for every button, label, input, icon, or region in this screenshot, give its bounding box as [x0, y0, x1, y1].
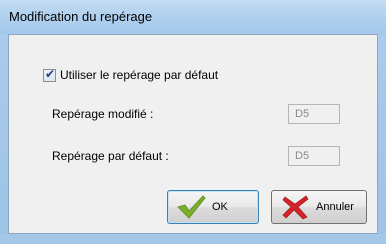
dialog-window: Modification du repérage ✔ Utiliser le r…	[0, 0, 386, 244]
cancel-button[interactable]: Annuler	[271, 190, 367, 224]
modified-label: Repérage modifié :	[52, 107, 154, 121]
window-frame-left	[0, 34, 8, 244]
default-field: D5	[288, 146, 340, 166]
use-default-label[interactable]: Utiliser le repérage par défaut	[60, 68, 218, 82]
window-frame-right	[378, 34, 386, 244]
title-bar[interactable]: Modification du repérage	[0, 0, 386, 34]
x-icon	[282, 195, 309, 220]
use-default-checkbox-row[interactable]: ✔ Utiliser le repérage par défaut	[43, 66, 218, 82]
check-mark-icon: ✔	[45, 66, 56, 81]
window-frame-bottom	[0, 234, 386, 244]
ok-button[interactable]: OK	[167, 190, 259, 224]
default-label: Repérage par défaut :	[52, 149, 169, 163]
window-title: Modification du repérage	[9, 9, 153, 24]
cancel-label: Annuler	[316, 201, 354, 213]
use-default-checkbox[interactable]: ✔	[43, 66, 56, 82]
ok-label: OK	[212, 201, 228, 213]
dialog-body: ✔ Utiliser le repérage par défaut Repéra…	[8, 34, 378, 234]
modified-field: D5	[288, 104, 340, 124]
checkmark-icon	[177, 195, 206, 219]
